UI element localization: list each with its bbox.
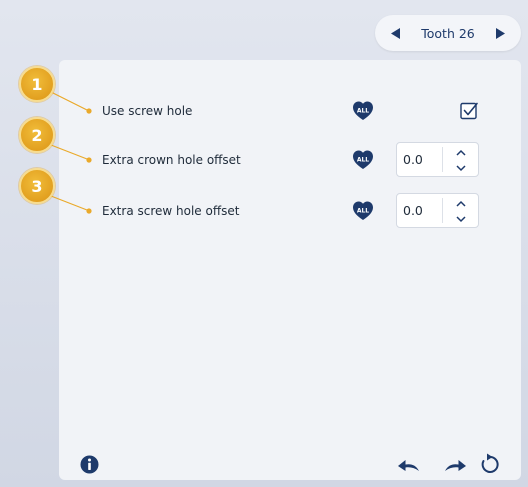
apply-all-icon[interactable]: ALL bbox=[352, 200, 374, 222]
settings-panel bbox=[59, 60, 521, 480]
extra-crown-hole-offset-input[interactable]: 0.0 bbox=[396, 142, 479, 177]
apply-all-text: ALL bbox=[357, 108, 369, 115]
extra-screw-hole-offset-label: Extra screw hole offset bbox=[102, 204, 240, 218]
chevron-down-icon[interactable] bbox=[455, 214, 467, 224]
callout-badge-1: 1 bbox=[19, 66, 55, 102]
extra-screw-hole-offset-input[interactable]: 0.0 bbox=[396, 193, 479, 228]
extra-crown-hole-offset-label: Extra crown hole offset bbox=[102, 153, 241, 167]
spinner-divider bbox=[442, 198, 443, 223]
reset-icon[interactable] bbox=[480, 453, 500, 474]
tooth-label: Tooth 26 bbox=[421, 25, 475, 41]
chevron-up-icon[interactable] bbox=[455, 199, 467, 209]
undo-icon[interactable] bbox=[397, 458, 421, 472]
callout-badge-3: 3 bbox=[19, 168, 55, 204]
chevron-down-icon[interactable] bbox=[455, 163, 467, 173]
apply-all-icon[interactable]: ALL bbox=[352, 149, 374, 171]
triangle-right-icon[interactable] bbox=[493, 26, 507, 40]
callout-badge-2: 2 bbox=[19, 117, 55, 153]
redo-icon[interactable] bbox=[443, 458, 467, 472]
use-screw-hole-checkbox[interactable] bbox=[460, 101, 479, 120]
info-icon[interactable] bbox=[80, 455, 99, 474]
tooth-selector: Tooth 26 bbox=[375, 15, 521, 51]
spinner-divider bbox=[442, 147, 443, 172]
chevron-up-icon[interactable] bbox=[455, 148, 467, 158]
use-screw-hole-label: Use screw hole bbox=[102, 104, 193, 118]
extra-screw-hole-offset-value[interactable]: 0.0 bbox=[403, 203, 423, 218]
apply-all-icon[interactable]: ALL bbox=[352, 100, 374, 122]
triangle-left-icon[interactable] bbox=[389, 26, 403, 40]
extra-crown-hole-offset-value[interactable]: 0.0 bbox=[403, 152, 423, 167]
apply-all-text: ALL bbox=[357, 208, 369, 215]
apply-all-text: ALL bbox=[357, 157, 369, 164]
